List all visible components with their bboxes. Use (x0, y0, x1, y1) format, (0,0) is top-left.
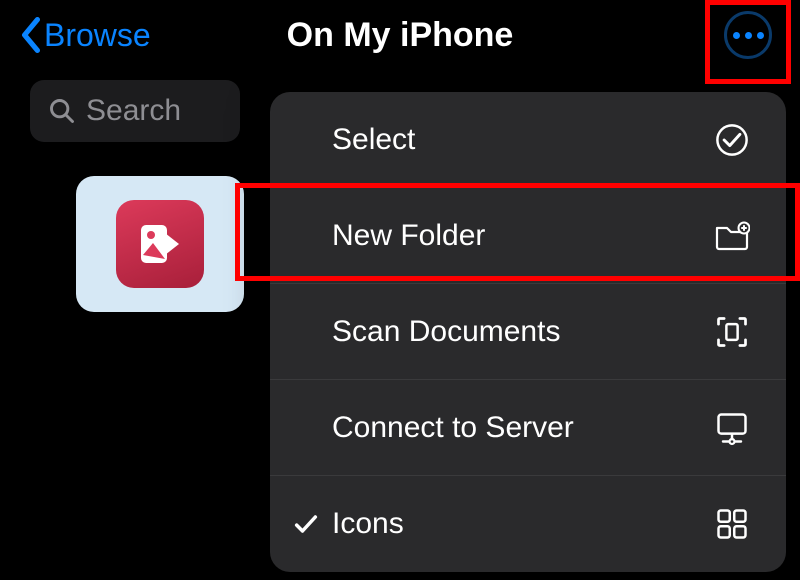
back-label: Browse (44, 17, 151, 54)
search-input[interactable]: Search (30, 80, 240, 142)
folder-item[interactable] (76, 176, 244, 312)
ellipsis-icon (733, 32, 740, 39)
menu-item-scan-documents[interactable]: Scan Documents (270, 284, 786, 380)
menu-item-new-folder[interactable]: New Folder (270, 188, 786, 284)
folder-plus-icon (714, 218, 750, 254)
back-button[interactable]: Browse (20, 17, 151, 54)
chevron-left-icon (20, 17, 42, 53)
menu-label: Scan Documents (332, 315, 560, 349)
menu-item-connect-server[interactable]: Connect to Server (270, 380, 786, 476)
scan-doc-icon (714, 314, 750, 350)
menu-label: New Folder (332, 219, 485, 253)
menu-label: Connect to Server (332, 411, 574, 445)
menu-item-icons-view[interactable]: Icons (270, 476, 786, 572)
app-folder-icon (116, 200, 204, 288)
more-button[interactable] (724, 11, 772, 59)
checkmark-icon (292, 510, 320, 538)
page-title: On My iPhone (287, 16, 514, 55)
search-icon (48, 97, 76, 125)
server-icon (714, 410, 750, 446)
menu-item-select[interactable]: Select (270, 92, 786, 188)
menu-label: Select (332, 123, 415, 157)
context-menu: Select New Folder Scan Documents Connect… (270, 92, 786, 572)
search-placeholder: Search (86, 94, 181, 128)
checkmark-circle-icon (714, 122, 750, 158)
menu-label: Icons (332, 507, 404, 541)
nav-header: Browse On My iPhone (0, 0, 800, 70)
grid-icon (714, 506, 750, 542)
